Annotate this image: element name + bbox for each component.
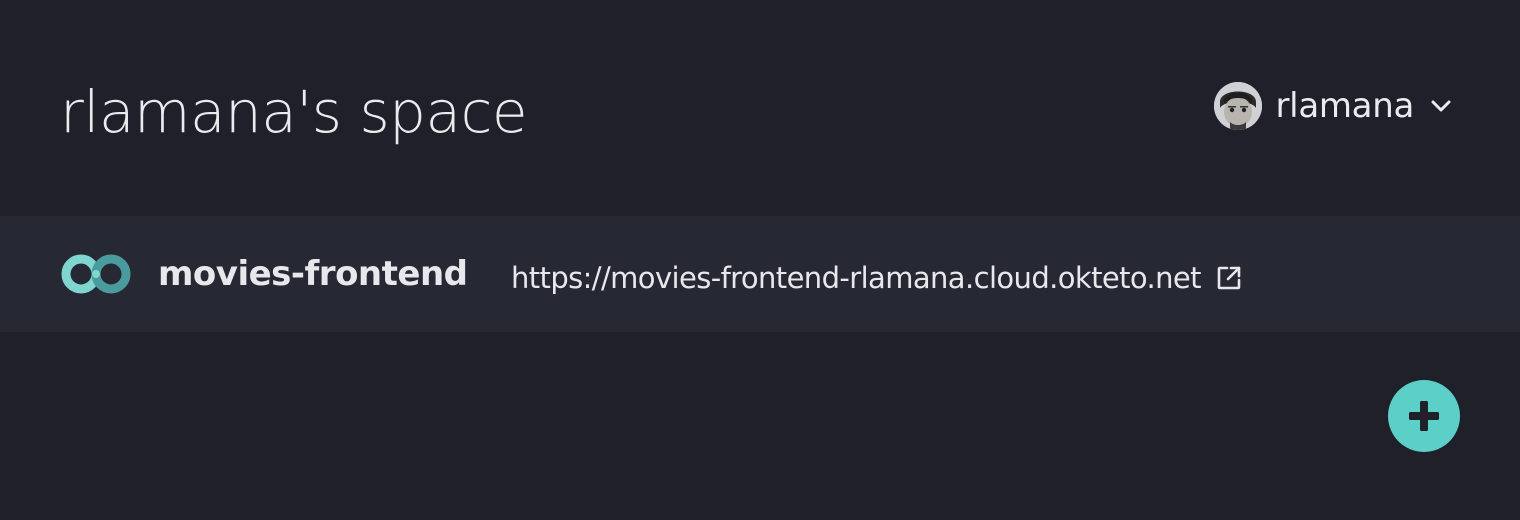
external-link-icon[interactable] <box>1215 264 1243 292</box>
avatar <box>1213 82 1262 130</box>
page-title: rlamana's space <box>60 78 528 146</box>
plus-icon <box>1409 401 1439 431</box>
app-name[interactable]: movies-frontend <box>158 250 468 298</box>
chevron-down-icon <box>1428 93 1454 119</box>
app-url[interactable]: https://movies-frontend-rlamana.cloud.ok… <box>511 256 1202 300</box>
app-row[interactable]: movies-frontend https://movies-frontend-… <box>0 216 1520 332</box>
app-url-link[interactable]: https://movies-frontend-rlamana.cloud.ok… <box>511 256 1243 300</box>
okteto-logo-icon <box>60 253 132 295</box>
add-button[interactable] <box>1388 380 1460 452</box>
username: rlamana <box>1275 86 1415 126</box>
user-menu[interactable]: rlamana <box>1213 80 1455 132</box>
